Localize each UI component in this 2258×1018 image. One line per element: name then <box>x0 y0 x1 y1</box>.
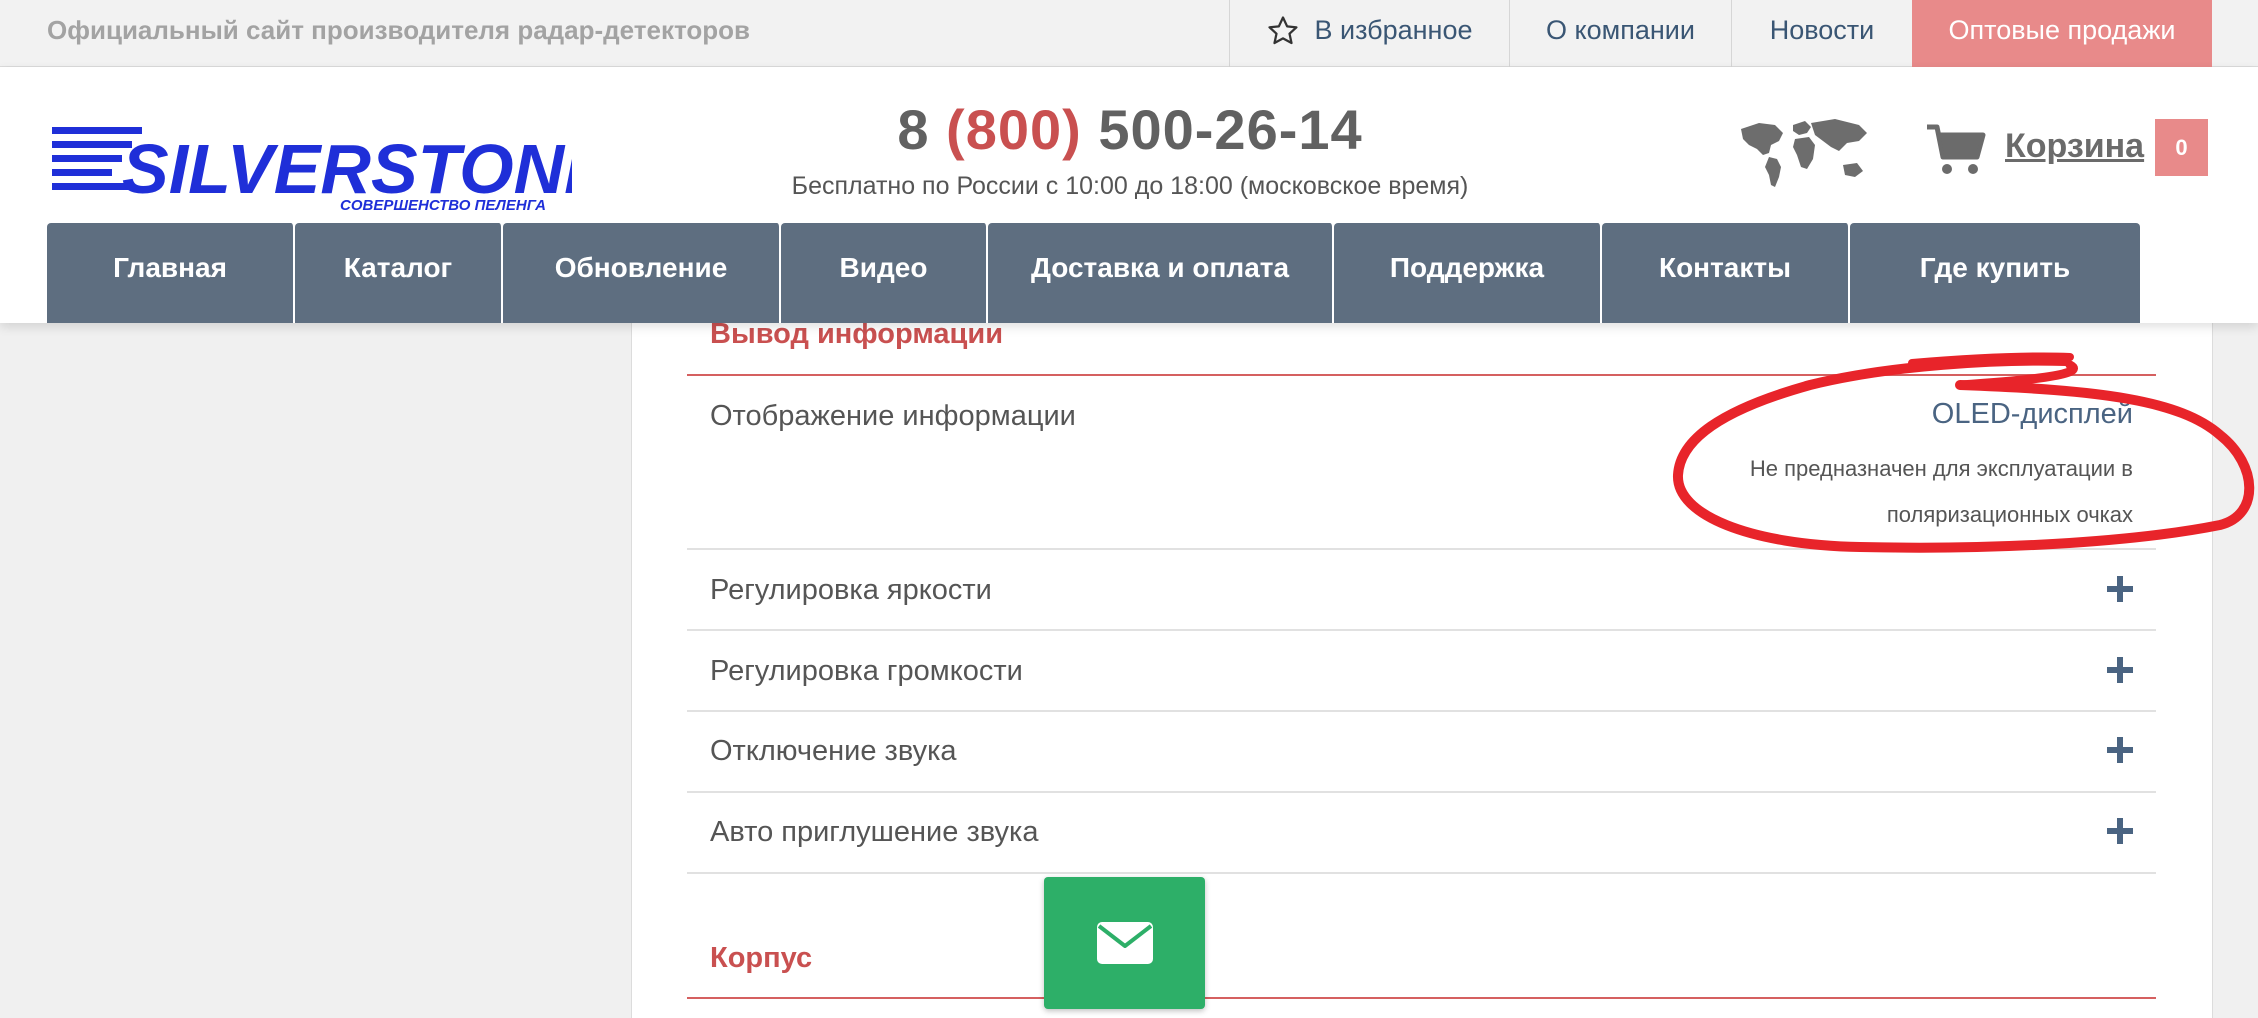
news-link[interactable]: Новости <box>1731 0 1912 67</box>
phone-hours-note: Бесплатно по России с 10:00 до 18:00 (мо… <box>791 172 1469 200</box>
mail-button[interactable] <box>1044 877 1205 1009</box>
site-tagline: Официальный сайт производителя радар-дет… <box>47 15 751 45</box>
section-divider <box>687 374 2156 376</box>
nav-item-delivery[interactable]: Доставка и оплата <box>988 223 1334 323</box>
spec-label-volume[interactable]: Регулировка громкости <box>710 655 1023 688</box>
about-link[interactable]: О компании <box>1509 0 1731 67</box>
phone-code: (800) <box>946 98 1082 161</box>
phone-prefix: 8 <box>897 98 930 161</box>
spec-note-display: Не предназначен для эксплуатации в поляр… <box>1749 456 2133 527</box>
spec-value-display: OLED-дисплей <box>1931 398 2133 430</box>
page: Официальный сайт производителя радар-дет… <box>0 0 2258 1018</box>
cart-count-badge[interactable]: 0 <box>2155 119 2208 176</box>
nav-item-where-to-buy[interactable]: Где купить <box>1850 223 2140 323</box>
logo-slogan: СОВЕРШЕНСТВО ПЕЛЕНГА <box>340 197 546 213</box>
nav-item-contacts[interactable]: Контакты <box>1602 223 1850 323</box>
shopping-cart-icon[interactable] <box>1925 119 1987 181</box>
nav-item-home[interactable]: Главная <box>47 223 295 323</box>
nav-item-update[interactable]: Обновление <box>503 223 781 323</box>
nav-item-video[interactable]: Видео <box>781 223 988 323</box>
main-nav: Главная Каталог Обновление Видео Доставк… <box>47 223 2140 323</box>
spec-label-mute[interactable]: Отключение звука <box>710 735 957 768</box>
spec-label-auto-mute[interactable]: Авто приглушение звука <box>710 816 1038 849</box>
row-divider <box>687 629 2156 631</box>
expand-volume-plus-icon[interactable] <box>2105 655 2135 685</box>
favorites-link[interactable]: В избранное <box>1229 0 1509 67</box>
nav-item-support[interactable]: Поддержка <box>1334 223 1602 323</box>
section-title-case: Корпус <box>710 942 813 974</box>
cart-link[interactable]: Корзина <box>2005 127 2144 166</box>
section-divider <box>687 997 2156 999</box>
envelope-icon <box>1096 922 1153 964</box>
site-header: SILVERSTONE F1 СОВЕРШЕНСТВО ПЕЛЕНГА 8 (8… <box>0 67 2258 323</box>
about-label: О компании <box>1546 15 1695 45</box>
wholesale-label: Оптовые продажи <box>1948 15 2176 45</box>
favorites-label: В избранное <box>1314 15 1473 45</box>
top-links: В избранное О компании Новости Оптовые п… <box>1229 0 2212 67</box>
nav-item-catalog[interactable]: Каталог <box>295 223 503 323</box>
wholesale-button[interactable]: Оптовые продажи <box>1912 0 2212 67</box>
star-outline-icon <box>1268 16 1299 45</box>
spec-label-display: Отображение информации <box>710 400 1076 432</box>
news-label: Новости <box>1769 15 1875 45</box>
row-divider <box>687 872 2156 874</box>
row-divider <box>687 791 2156 793</box>
expand-brightness-plus-icon[interactable] <box>2105 574 2135 604</box>
world-map-icon[interactable] <box>1735 115 1873 193</box>
row-divider <box>687 548 2156 550</box>
phone-main: 500-26-14 <box>1098 98 1363 161</box>
spec-label-brightness[interactable]: Регулировка яркости <box>710 574 992 607</box>
row-divider <box>687 710 2156 712</box>
top-utility-bar: Официальный сайт производителя радар-дет… <box>0 0 2258 67</box>
silverstone-logo[interactable]: SILVERSTONE F1 СОВЕРШЕНСТВО ПЕЛЕНГА <box>52 113 572 213</box>
phone-number[interactable]: 8 (800) 500-26-14 <box>780 97 1480 162</box>
expand-mute-plus-icon[interactable] <box>2105 735 2135 765</box>
expand-auto-mute-plus-icon[interactable] <box>2105 816 2135 846</box>
